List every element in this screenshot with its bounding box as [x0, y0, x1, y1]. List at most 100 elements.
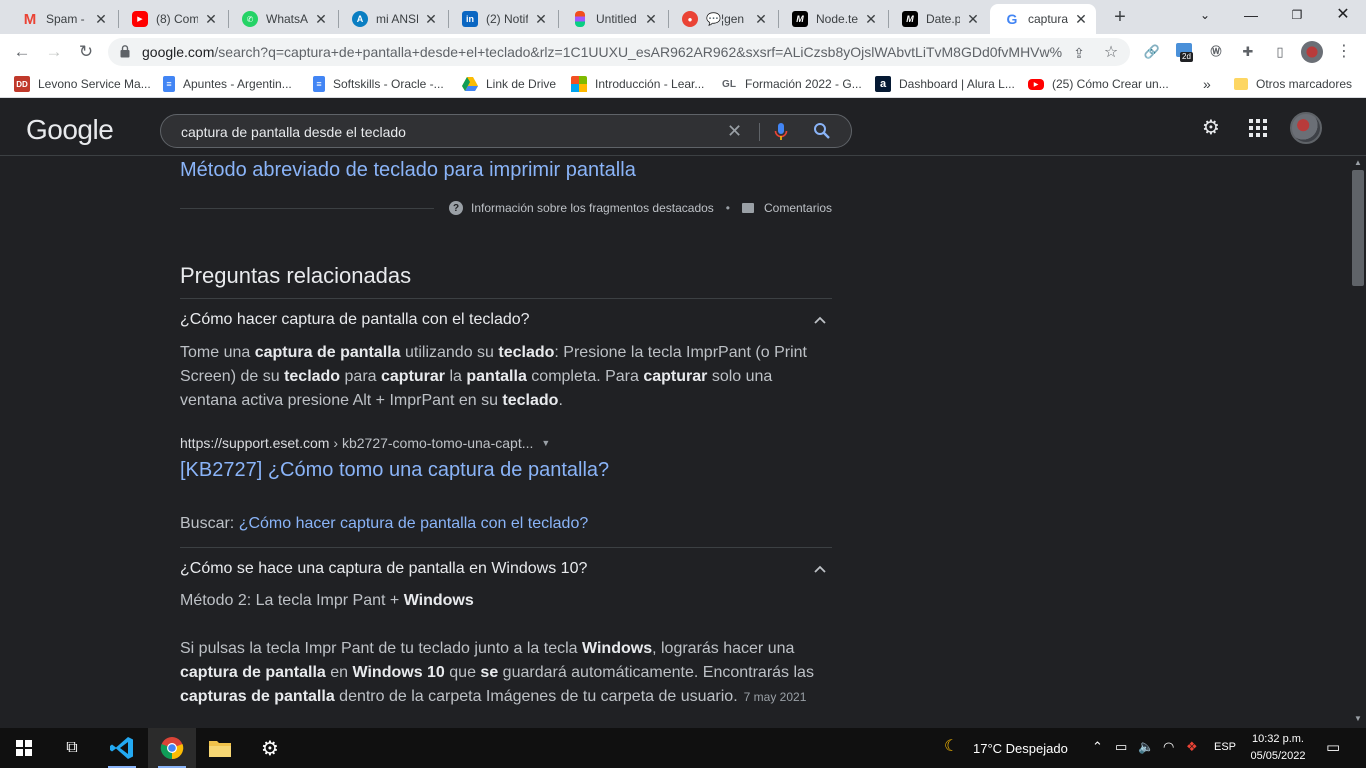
close-icon[interactable]: ✕ [864, 11, 878, 28]
scrollbar-thumb[interactable] [1352, 170, 1364, 286]
scroll-down-arrow-icon[interactable]: ▼ [1354, 714, 1362, 723]
chevron-up-icon[interactable] [812, 561, 828, 577]
avatar[interactable] [1290, 112, 1322, 144]
close-icon[interactable]: ✕ [204, 11, 218, 28]
gmail-icon: M [23, 10, 37, 28]
tab-node[interactable]: M Node.te ✕ [778, 4, 886, 34]
forward-button[interactable]: → [42, 40, 66, 64]
bookmark-item[interactable]: GL Formación 2022 - G... [721, 76, 862, 92]
snippet-info-link[interactable]: Información sobre los fragmentos destaca… [471, 201, 714, 215]
task-view-icon[interactable]: ⧉ [48, 728, 96, 768]
bookmark-item[interactable]: ≡ Softskills - Oracle -... [313, 76, 444, 92]
tab-whatsapp[interactable]: ✆ WhatsAp ✕ [228, 4, 336, 34]
feedback-link[interactable]: Comentarios [764, 201, 832, 215]
vscode-taskbar-icon[interactable] [98, 728, 146, 768]
bookmark-item[interactable]: Introducción - Lear... [571, 76, 704, 92]
bookmark-item[interactable]: ≡ Apuntes - Argentin... [163, 76, 292, 92]
more-options-icon[interactable]: ▼ [541, 438, 550, 448]
cite-path: › kb2727-como-tomo-una-capt... [333, 435, 534, 451]
scroll-up-arrow-icon[interactable]: ▲ [1354, 158, 1362, 167]
file-explorer-taskbar-icon[interactable] [196, 728, 244, 768]
search-icon[interactable] [813, 122, 831, 140]
tab-anses[interactable]: A mi ANSE ✕ [338, 4, 446, 34]
search-input[interactable]: captura de pantalla desde el teclado [181, 124, 406, 140]
tab-label: mi ANSE [376, 12, 418, 26]
system-clock[interactable]: 10:32 p.m. 05/05/2022 [1238, 731, 1318, 765]
address-bar[interactable]: google.com/search?q=captura+de+pantalla+… [108, 38, 1130, 66]
tab-label: captura [1028, 12, 1068, 26]
close-icon[interactable]: ✕ [754, 11, 768, 28]
drive-icon [462, 77, 478, 91]
language-indicator[interactable]: ESP [1214, 741, 1236, 753]
anses-icon: A [352, 11, 368, 27]
windows-start-icon[interactable] [0, 728, 48, 768]
close-icon[interactable]: ✕ [314, 11, 328, 28]
tab-date[interactable]: M Date.pro ✕ [888, 4, 988, 34]
new-tab-button[interactable]: + [1108, 6, 1132, 30]
search-suggestion-link[interactable]: ¿Cómo hacer captura de pantalla con el t… [239, 515, 589, 532]
search-box[interactable]: captura de pantalla desde el teclado ✕ [160, 114, 852, 148]
weather-text[interactable]: 17°C Despejado [973, 741, 1068, 756]
tab-label: WhatsAp [266, 12, 308, 26]
bookmark-item[interactable]: ▶ (25) Cómo Crear un... [1028, 76, 1169, 92]
bookmarks-overflow-button[interactable]: » [1203, 76, 1211, 92]
medium-icon: M [792, 11, 808, 27]
settings-gear-icon[interactable]: ⚙ [1199, 116, 1223, 140]
bookmark-item[interactable]: DD Levono Service Ma... [14, 76, 151, 92]
tab-gmail[interactable]: M Spam - c ✕ [8, 4, 116, 34]
extensions-puzzle-icon[interactable]: ✚ [1238, 42, 1258, 62]
close-icon[interactable]: ✕ [534, 11, 548, 28]
share-icon[interactable]: ⇪ [1070, 44, 1088, 62]
chrome-taskbar-icon[interactable] [148, 728, 196, 768]
microphone-icon[interactable] [773, 122, 789, 142]
bookmark-star-icon[interactable]: ☆ [1102, 44, 1120, 62]
clear-icon[interactable]: ✕ [727, 121, 742, 142]
close-icon[interactable]: ✕ [424, 11, 438, 28]
link-icon[interactable]: 🔗 [1142, 42, 1162, 62]
menu-dots-icon[interactable]: ⋮ [1334, 42, 1354, 62]
bookmark-item[interactable]: a Dashboard | Alura L... [875, 76, 1015, 92]
calendar-extension-icon[interactable]: 2d [1174, 42, 1196, 62]
answer-heading: Método 2: La tecla Impr Pant + Windows [180, 592, 474, 609]
related-question[interactable]: ¿Cómo hacer captura de pantalla con el t… [180, 311, 530, 329]
other-bookmarks[interactable]: Otros marcadores [1234, 76, 1352, 92]
side-panel-icon[interactable]: ▯ [1270, 42, 1290, 62]
chevron-up-icon[interactable] [812, 312, 828, 328]
result-title-link[interactable]: [KB2727] ¿Cómo tomo una captura de panta… [180, 459, 609, 482]
settings-taskbar-icon[interactable]: ⚙ [246, 728, 294, 768]
wordpress-icon[interactable]: Ⓦ [1206, 42, 1226, 62]
restore-button[interactable]: ❐ [1274, 4, 1320, 26]
volume-icon[interactable]: 🔈 [1138, 739, 1154, 755]
tab-figma[interactable]: Untitled ✕ [558, 4, 666, 34]
notifications-icon[interactable]: ▭ [1326, 738, 1340, 756]
youtube-icon: ▶ [132, 11, 148, 27]
close-icon[interactable]: ✕ [1074, 11, 1088, 28]
profile-avatar[interactable] [1301, 41, 1323, 63]
extension-badge: 2d [1180, 52, 1193, 62]
google-logo[interactable]: Google [26, 114, 114, 146]
reload-button[interactable]: ↻ [74, 40, 98, 64]
related-question[interactable]: ¿Cómo se hace una captura de pantalla en… [180, 560, 587, 578]
tab-chat[interactable]: ● 💬¦gen ✕ [668, 4, 776, 34]
featured-snippet-link[interactable]: Método abreviado de teclado para imprimi… [180, 159, 636, 182]
tab-label: Untitled [596, 12, 637, 26]
browser-toolbar: ← → ↻ google.com/search?q=captura+de+pan… [0, 34, 1366, 70]
page-scrollbar[interactable]: ▲ ▼ [1350, 156, 1366, 728]
back-button[interactable]: ← [10, 40, 34, 64]
close-icon[interactable]: ✕ [966, 11, 980, 28]
tab-youtube[interactable]: ▶ (8) Com ✕ [118, 4, 226, 34]
close-icon[interactable]: ✕ [94, 11, 108, 28]
close-icon[interactable]: ✕ [644, 11, 658, 28]
dropbox-icon[interactable]: ❖ [1186, 739, 1198, 755]
url-text[interactable]: google.com/search?q=captura+de+pantalla+… [142, 44, 1062, 60]
wifi-icon[interactable]: ◠ [1163, 739, 1174, 755]
close-window-button[interactable]: ✕ [1320, 4, 1366, 26]
tab-captura[interactable]: G captura ✕ [990, 4, 1096, 34]
tab-linkedin[interactable]: in (2) Notif ✕ [448, 4, 556, 34]
apps-grid-icon[interactable] [1246, 116, 1270, 140]
tab-search-button[interactable]: ⌄ [1182, 4, 1228, 26]
show-hidden-icons-chevron-icon[interactable]: ⌃ [1092, 739, 1103, 755]
bookmark-item[interactable]: Link de Drive [462, 76, 556, 92]
minimize-button[interactable]: — [1228, 4, 1274, 26]
battery-icon[interactable]: ▭ [1115, 739, 1127, 755]
